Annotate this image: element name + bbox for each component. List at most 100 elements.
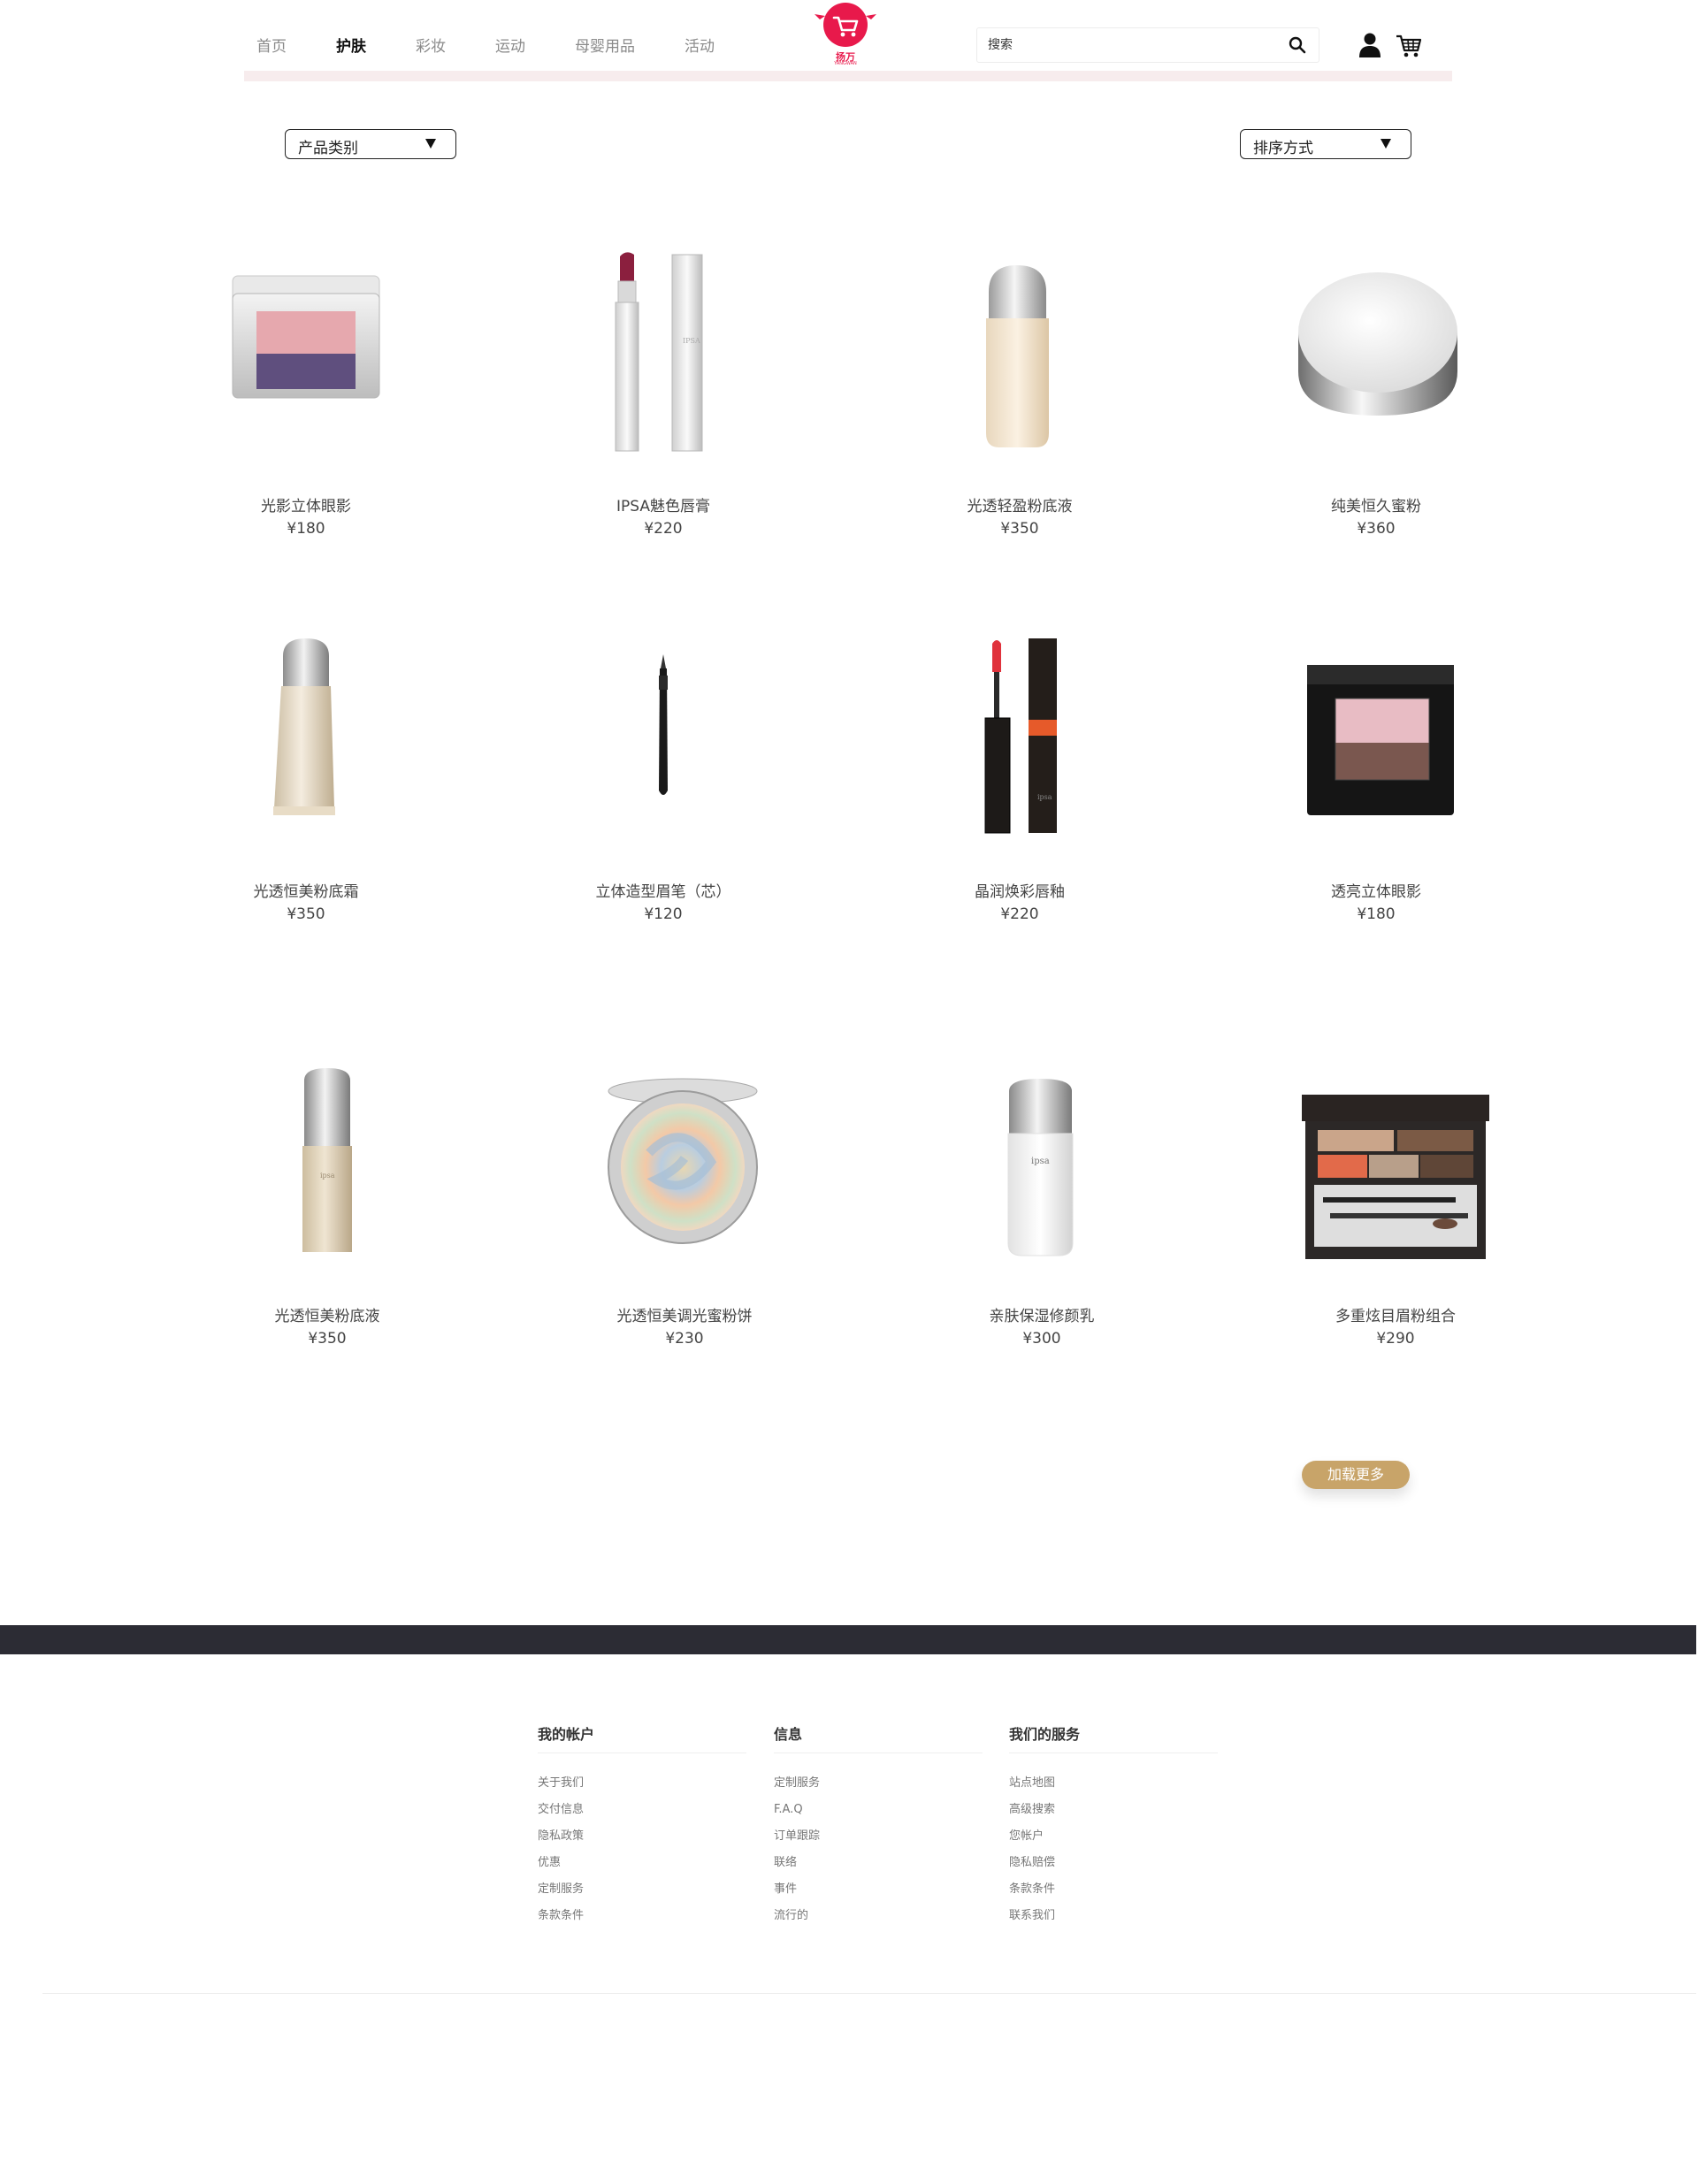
footer-link[interactable]: 隐私政策 xyxy=(538,1829,584,1855)
search-input[interactable] xyxy=(988,35,1271,55)
nav-item-sports[interactable]: 运动 xyxy=(495,34,525,56)
search-box xyxy=(976,27,1319,63)
footer-bar xyxy=(0,1625,1696,1654)
footer-link[interactable]: 隐私赔偿 xyxy=(1009,1855,1055,1882)
footer-link[interactable]: 联络 xyxy=(774,1855,820,1882)
product-image xyxy=(887,239,1152,460)
product-name: 亲肤保湿修颜乳 xyxy=(989,1308,1095,1325)
product-card[interactable]: ipsa 光透恒美粉底液 ¥350 xyxy=(195,1047,460,1348)
product-name: 光透恒美调光蜜粉饼 xyxy=(616,1308,753,1325)
nav-item-skincare[interactable]: 护肤 xyxy=(336,34,366,56)
nav-item-baby[interactable]: 母婴用品 xyxy=(575,34,635,56)
product-card[interactable]: 光影立体眼影 ¥180 xyxy=(173,239,439,538)
footer-link-list: 站点地图 高级搜索 您帐户 隐私赔偿 条款条件 联系我们 xyxy=(1009,1775,1055,1935)
footer-link[interactable]: F.A.Q xyxy=(774,1802,820,1829)
footer-link[interactable]: 定制服务 xyxy=(538,1882,584,1908)
footer-link[interactable]: 您帐户 xyxy=(1009,1829,1055,1855)
footer-link[interactable]: 订单跟踪 xyxy=(774,1829,820,1855)
footer-link[interactable]: 站点地图 xyxy=(1009,1775,1055,1802)
site-logo[interactable]: 扬万 YANGWAN xyxy=(815,2,876,67)
footer-link[interactable]: 关于我们 xyxy=(538,1775,584,1802)
product-image xyxy=(552,1047,817,1268)
product-price: ¥120 xyxy=(644,905,683,923)
foundation-bottle-icon xyxy=(986,265,1049,447)
lipstick-icon: IPSA xyxy=(615,252,703,452)
product-card[interactable]: ipsa 晶润焕彩唇釉 ¥220 xyxy=(887,622,1152,923)
footer-link[interactable]: 条款条件 xyxy=(538,1908,584,1935)
footer-link[interactable]: 事件 xyxy=(774,1882,820,1908)
svg-text:ipsa: ipsa xyxy=(1037,793,1052,801)
product-card[interactable]: 光透恒美粉底霜 ¥350 xyxy=(173,622,439,923)
nav-item-makeup[interactable]: 彩妆 xyxy=(416,34,446,56)
product-name: IPSA魅色唇膏 xyxy=(616,498,710,515)
user-icon[interactable] xyxy=(1358,32,1381,58)
footer-column-title: 我的帐户 xyxy=(538,1726,595,1743)
product-card[interactable]: IPSA IPSA魅色唇膏 ¥220 xyxy=(531,239,796,538)
product-name: 光透恒美粉底霜 xyxy=(253,883,359,901)
product-image xyxy=(531,622,796,844)
foundation-tube-icon xyxy=(273,638,335,815)
product-image: ipsa xyxy=(909,1047,1174,1268)
product-card[interactable]: ipsa 亲肤保湿修颜乳 ¥300 xyxy=(909,1047,1174,1348)
footer-link[interactable]: 高级搜索 xyxy=(1009,1802,1055,1829)
eyebrow-palette-icon xyxy=(1302,1095,1489,1259)
footer-column-title: 我们的服务 xyxy=(1009,1726,1081,1743)
powder-jar-icon xyxy=(1298,272,1457,416)
eyeshadow-duo-icon xyxy=(232,275,380,399)
page: 首页 护肤 彩妆 运动 母婴用品 活动 扬万 YANGWAN 搜索 产品类别 排… xyxy=(0,0,1698,2184)
product-name: 光影立体眼影 xyxy=(261,498,351,515)
svg-text:ipsa: ipsa xyxy=(1031,1157,1050,1166)
footer-column-services: 我们的服务 站点地图 高级搜索 您帐户 隐私赔偿 条款条件 联系我们 xyxy=(1009,1722,1218,1922)
site-header: 首页 护肤 彩妆 运动 母婴用品 活动 扬万 YANGWAN xyxy=(244,0,1452,81)
product-card[interactable]: 光透轻盈粉底液 ¥350 xyxy=(887,239,1152,538)
footer-link[interactable]: 定制服务 xyxy=(774,1775,820,1802)
main-nav: 首页 护肤 彩妆 运动 母婴用品 活动 xyxy=(256,34,764,56)
eyeshadow-duo-icon xyxy=(1307,665,1454,815)
foundation-bottle-icon: ipsa xyxy=(302,1068,352,1252)
product-card[interactable]: 透亮立体眼影 ¥180 xyxy=(1243,622,1509,923)
footer-link[interactable]: 交付信息 xyxy=(538,1802,584,1829)
footer-link-list: 定制服务 F.A.Q 订单跟踪 联络 事件 流行的 xyxy=(774,1775,820,1935)
pressed-powder-compact-icon xyxy=(608,1078,758,1244)
product-price: ¥180 xyxy=(287,520,325,538)
product-name: 多重炫目眉粉组合 xyxy=(1335,1308,1456,1325)
product-card[interactable]: 纯美恒久蜜粉 ¥360 xyxy=(1243,239,1509,538)
product-image xyxy=(173,622,439,844)
footer-link[interactable]: 联系我们 xyxy=(1009,1908,1055,1935)
nav-item-home[interactable]: 首页 xyxy=(256,34,287,56)
product-name: 晶润焕彩唇釉 xyxy=(975,883,1065,901)
product-card[interactable]: 多重炫目眉粉组合 ¥290 xyxy=(1263,1047,1528,1348)
footer-link[interactable]: 优惠 xyxy=(538,1855,584,1882)
load-more-button[interactable]: 加载更多 xyxy=(1302,1461,1410,1489)
caret-down-icon xyxy=(425,139,436,149)
footer-link[interactable]: 流行的 xyxy=(774,1908,820,1935)
product-image: IPSA xyxy=(531,239,796,460)
sort-select[interactable]: 排序方式 xyxy=(1240,129,1411,159)
product-price: ¥350 xyxy=(287,905,325,923)
product-image xyxy=(1243,239,1509,460)
product-image xyxy=(173,239,439,460)
product-price: ¥290 xyxy=(1376,1330,1415,1348)
product-price: ¥350 xyxy=(1000,520,1039,538)
product-name: 纯美恒久蜜粉 xyxy=(1331,498,1421,515)
logo-badge-icon xyxy=(815,3,876,47)
product-name: 立体造型眉笔（芯） xyxy=(595,883,731,901)
nav-item-events[interactable]: 活动 xyxy=(685,34,715,56)
product-price: ¥220 xyxy=(644,520,683,538)
eyebrow-pencil-icon xyxy=(659,654,668,795)
product-card[interactable]: 立体造型眉笔（芯） ¥120 xyxy=(531,622,796,923)
caret-down-icon xyxy=(1381,139,1391,149)
footer-link[interactable]: 条款条件 xyxy=(1009,1882,1055,1908)
product-price: ¥360 xyxy=(1357,520,1396,538)
product-name: 光透轻盈粉底液 xyxy=(967,498,1073,515)
lip-gloss-icon: ipsa xyxy=(984,638,1057,834)
search-icon[interactable] xyxy=(1289,36,1306,54)
cart-icon[interactable] xyxy=(1396,34,1422,58)
product-card[interactable]: 光透恒美调光蜜粉饼 ¥230 xyxy=(552,1047,817,1348)
footer-column-title: 信息 xyxy=(774,1726,803,1743)
category-select[interactable]: 产品类别 xyxy=(285,129,456,159)
header-divider xyxy=(244,71,1452,81)
footer-column-account: 我的帐户 关于我们 交付信息 隐私政策 优惠 定制服务 条款条件 xyxy=(538,1722,746,1922)
product-image: ipsa xyxy=(195,1047,460,1268)
product-price: ¥230 xyxy=(665,1330,704,1348)
